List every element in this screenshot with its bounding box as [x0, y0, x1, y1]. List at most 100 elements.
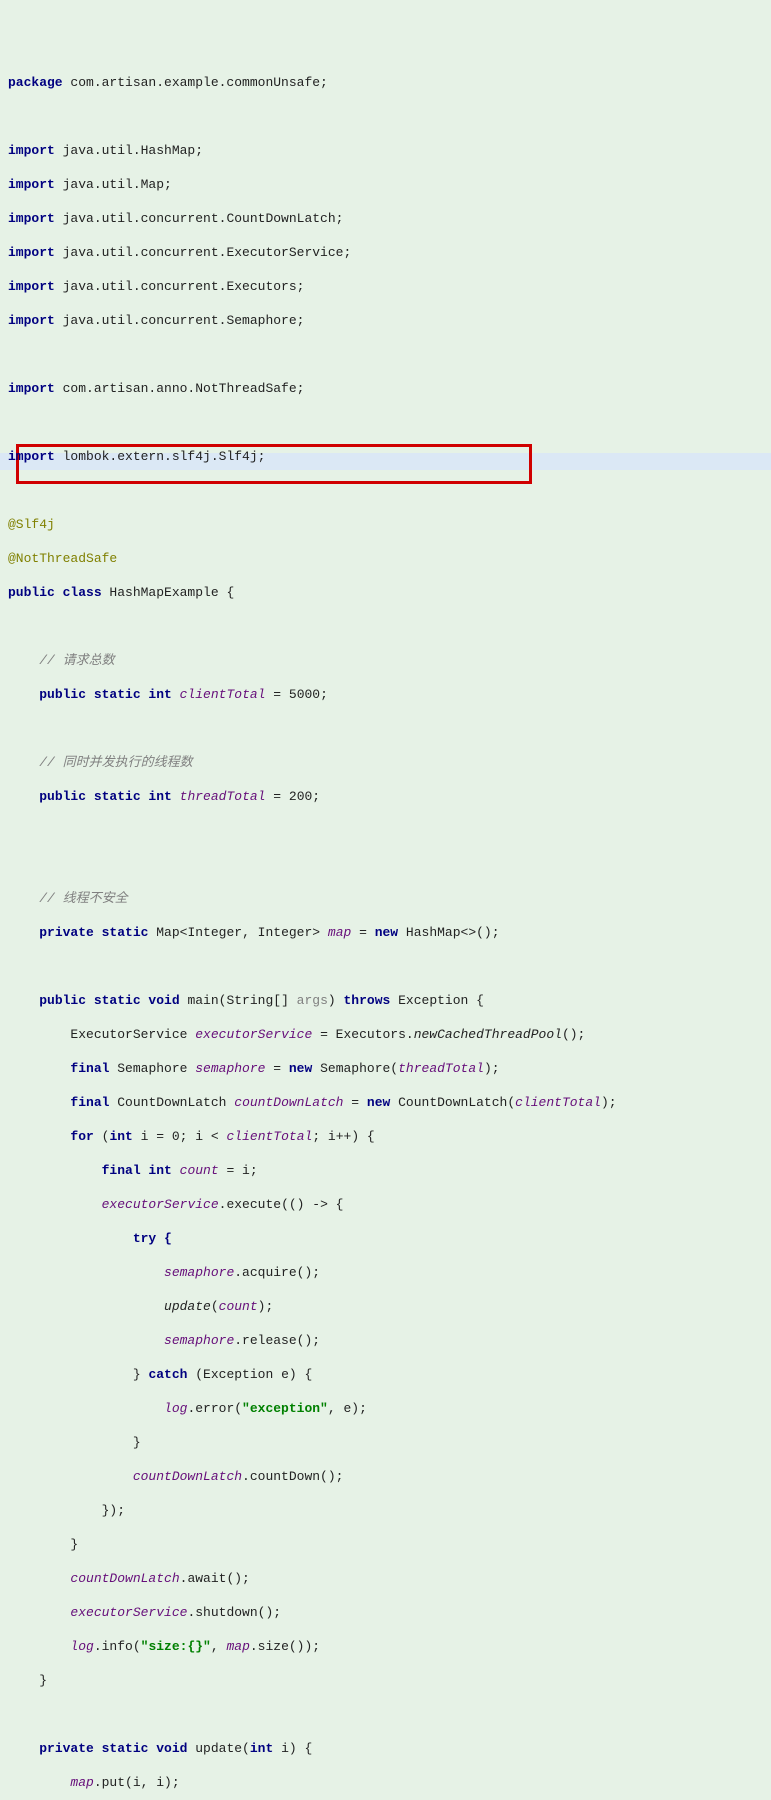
call: update: [164, 1299, 211, 1314]
ref-map: map: [226, 1639, 249, 1654]
import-name: lombok.extern.slf4j.Slf4j;: [55, 449, 266, 464]
kw-final-int: final int: [102, 1163, 180, 1178]
comment: // 线程不安全: [39, 891, 127, 906]
kw-new: new: [375, 925, 406, 940]
package-name: com.artisan.example.commonUnsafe;: [63, 75, 328, 90]
t: );: [601, 1095, 617, 1110]
ref: semaphore: [164, 1265, 234, 1280]
t: = i;: [219, 1163, 258, 1178]
t: ,: [211, 1639, 227, 1654]
t: .info(: [94, 1639, 141, 1654]
kw-import: import: [8, 245, 55, 260]
kw-new: new: [367, 1095, 398, 1110]
kw-class-decl: public class: [8, 585, 109, 600]
import-name: java.util.Map;: [55, 177, 172, 192]
kw-new: new: [289, 1061, 320, 1076]
t: =: [343, 1095, 366, 1110]
comment: // 请求总数: [39, 653, 114, 668]
t: Semaphore(: [320, 1061, 398, 1076]
kw-import: import: [8, 211, 55, 226]
sig-close: ): [328, 993, 344, 1008]
kw-catch: catch: [148, 1367, 195, 1382]
field-name: clientTotal: [180, 687, 266, 702]
ref: countDownLatch: [133, 1469, 242, 1484]
t: .error(: [187, 1401, 242, 1416]
t: (: [102, 1129, 110, 1144]
brace: }: [133, 1435, 141, 1450]
annotation-slf4j: @Slf4j: [8, 517, 55, 532]
field-mods: public static int: [39, 687, 179, 702]
method-mods: private static void: [39, 1741, 195, 1756]
var: executorService: [195, 1027, 312, 1042]
t: = Executors.: [312, 1027, 413, 1042]
arg: clientTotal: [515, 1095, 601, 1110]
param: args: [297, 993, 328, 1008]
arg: count: [219, 1299, 258, 1314]
close-main: }: [39, 1673, 47, 1688]
kw-import: import: [8, 177, 55, 192]
kw-import: import: [8, 313, 55, 328]
field-name: map: [328, 925, 351, 940]
t: .execute(() -> {: [219, 1197, 344, 1212]
annotation-notthreadsafe: @NotThreadSafe: [8, 551, 117, 566]
string: "exception": [242, 1401, 328, 1416]
field-mods: public static int: [39, 789, 179, 804]
field-mods: private static: [39, 925, 156, 940]
t: ; i++) {: [312, 1129, 374, 1144]
var: semaphore: [195, 1061, 265, 1076]
t: );: [484, 1061, 500, 1076]
ref: executorService: [102, 1197, 219, 1212]
import-name: java.util.concurrent.ExecutorService;: [55, 245, 351, 260]
t: , e);: [328, 1401, 367, 1416]
kw-import: import: [8, 143, 55, 158]
t: ();: [562, 1027, 585, 1042]
static-call: newCachedThreadPool: [414, 1027, 562, 1042]
import-name: com.artisan.anno.NotThreadSafe;: [55, 381, 305, 396]
kw-throws: throws: [344, 993, 399, 1008]
method-name: update(: [195, 1741, 250, 1756]
ref-map: map: [70, 1775, 93, 1790]
method-mods: public static void: [39, 993, 187, 1008]
t: ExecutorService: [70, 1027, 195, 1042]
kw-import: import: [8, 279, 55, 294]
kw-import: import: [8, 381, 55, 396]
t: (: [211, 1299, 219, 1314]
comment: // 同时并发执行的线程数: [39, 755, 192, 770]
ref: semaphore: [164, 1333, 234, 1348]
eq: =: [351, 925, 374, 940]
kw-for: for: [70, 1129, 101, 1144]
kw-final: final: [70, 1095, 117, 1110]
kw-try: try {: [133, 1231, 172, 1246]
t: Semaphore: [117, 1061, 195, 1076]
close-for: }: [70, 1537, 78, 1552]
var: count: [180, 1163, 219, 1178]
t: (Exception e) {: [195, 1367, 312, 1382]
t: =: [265, 1061, 288, 1076]
t: CountDownLatch: [117, 1095, 234, 1110]
ref-log: log: [164, 1401, 187, 1416]
kw-int: int: [109, 1129, 140, 1144]
field-type: Map<Integer, Integer>: [156, 925, 328, 940]
t: .await();: [180, 1571, 250, 1586]
t: .acquire();: [234, 1265, 320, 1280]
method-name: main(String[]: [187, 993, 296, 1008]
t: .put(i, i);: [94, 1775, 180, 1790]
kw-int: int: [250, 1741, 281, 1756]
t: i = 0; i <: [141, 1129, 227, 1144]
t: .shutdown();: [187, 1605, 281, 1620]
t: );: [258, 1299, 274, 1314]
kw-final: final: [70, 1061, 117, 1076]
arg: threadTotal: [398, 1061, 484, 1076]
var: countDownLatch: [234, 1095, 343, 1110]
t: .countDown();: [242, 1469, 343, 1484]
keyword-package: package: [8, 75, 63, 90]
t: }: [133, 1367, 149, 1382]
ref: countDownLatch: [70, 1571, 179, 1586]
code-editor: package com.artisan.example.commonUnsafe…: [0, 0, 771, 1800]
t: .release();: [234, 1333, 320, 1348]
import-name: java.util.concurrent.Semaphore;: [55, 313, 305, 328]
field-rest: = 200;: [265, 789, 320, 804]
close-lambda: });: [102, 1503, 125, 1518]
field-rest: = 5000;: [265, 687, 327, 702]
ctor: HashMap<>();: [406, 925, 500, 940]
